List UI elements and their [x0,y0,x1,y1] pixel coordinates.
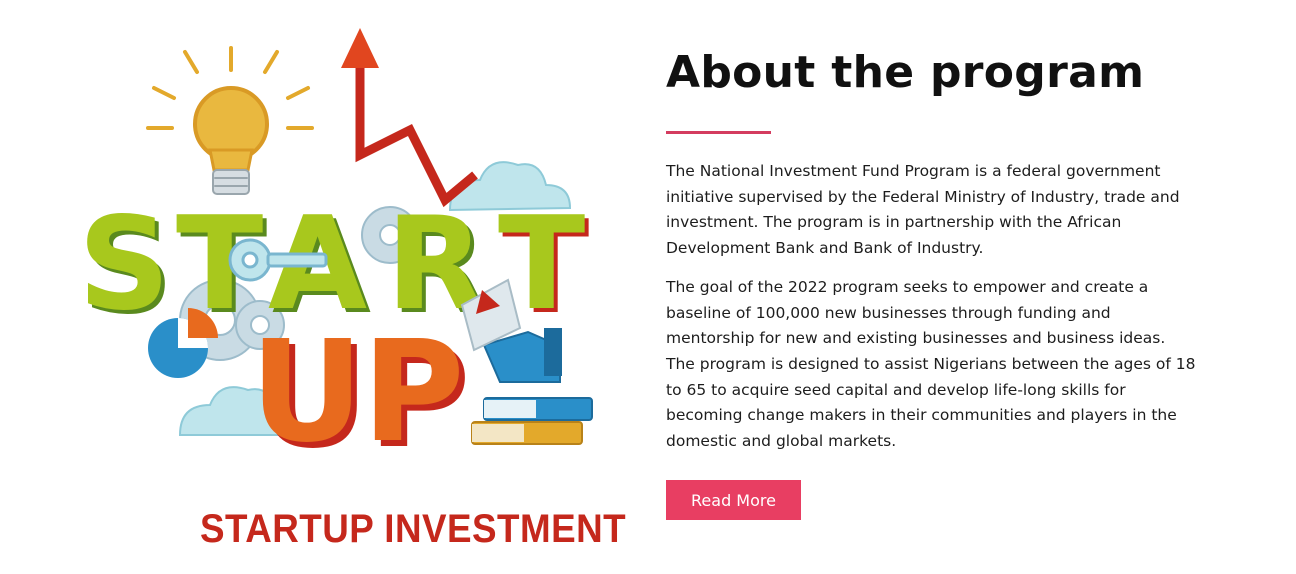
goal-paragraph: The goal of the 2022 program seeks to em… [666,277,1196,451]
startup-illustration: S S T T A A R R T T U U P P STARTUP INVE… [70,20,626,551]
intro-paragraph: The National Investment Fund Program is … [666,162,1180,258]
svg-text:U: U [250,311,364,474]
up-letters: U U P P [250,311,471,480]
title-divider [666,131,771,134]
svg-text:P: P [362,311,465,474]
books-icon [471,397,593,445]
read-more-button[interactable]: Read More [666,479,801,520]
page-title: About the program [666,47,1145,98]
startup-investment-caption: STARTUP INVESTMENT [200,507,627,551]
about-section: About the program The National Investmen… [666,42,1206,520]
growth-arrow-icon [341,28,478,208]
svg-text:S: S [78,190,170,339]
lightbulb-icon [146,46,314,195]
